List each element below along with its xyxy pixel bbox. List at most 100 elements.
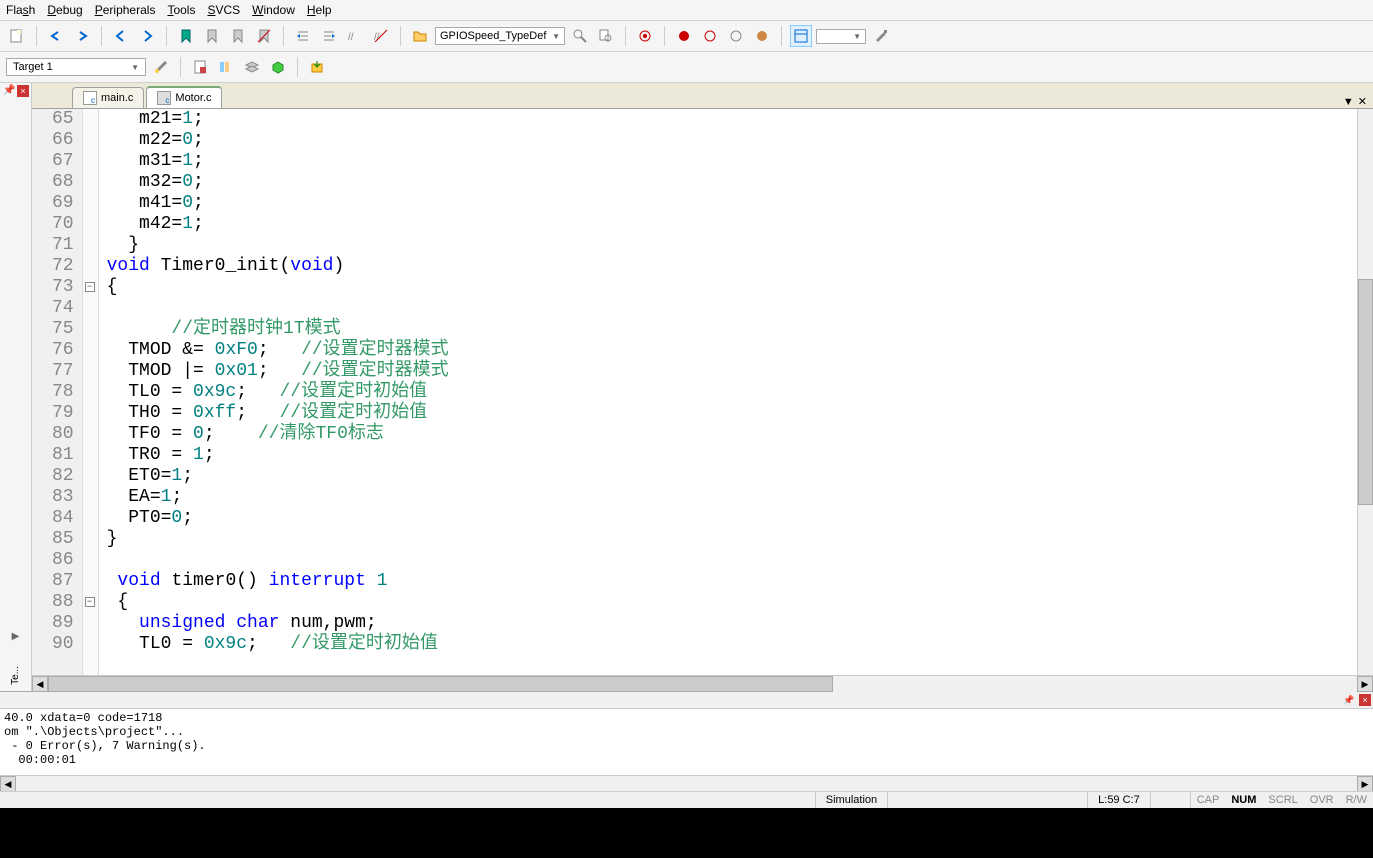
code-line[interactable]: [107, 550, 1373, 571]
layers-icon[interactable]: [241, 56, 263, 78]
tab-main-c[interactable]: main.c: [72, 87, 144, 108]
code-line[interactable]: ET0=1;: [107, 466, 1373, 487]
find-in-files-icon[interactable]: [595, 25, 617, 47]
pin-icon[interactable]: 📌: [3, 85, 15, 97]
indent-left-icon[interactable]: [292, 25, 314, 47]
debug-icon[interactable]: [634, 25, 656, 47]
close-icon[interactable]: ×: [1359, 694, 1371, 706]
menu-tools[interactable]: Tools: [167, 3, 195, 17]
vertical-scrollbar[interactable]: [1357, 109, 1373, 675]
build-scrollbar[interactable]: ◀ ▶: [0, 775, 1373, 791]
code-line[interactable]: [107, 298, 1373, 319]
fold-toggle-icon[interactable]: −: [85, 597, 95, 607]
menu-window[interactable]: Window: [252, 3, 295, 17]
build-toolbar: Target 1 ▼: [0, 52, 1373, 83]
bookmark-next-icon[interactable]: [227, 25, 249, 47]
nav-back-icon[interactable]: [110, 25, 132, 47]
target-combo-text: Target 1: [13, 61, 53, 73]
breakpoint-insert-icon[interactable]: [673, 25, 695, 47]
manage-books-icon[interactable]: [215, 56, 237, 78]
status-mode: Simulation: [816, 792, 888, 808]
breakpoint-disable-icon[interactable]: [725, 25, 747, 47]
project-tab-label[interactable]: Te...: [2, 662, 29, 689]
code-line[interactable]: m31=1;: [107, 151, 1373, 172]
line-number: 82: [52, 466, 74, 487]
code-line[interactable]: //定时器时钟1T模式: [107, 319, 1373, 340]
menu-peripherals[interactable]: Peripherals: [95, 3, 156, 17]
code-line[interactable]: TMOD &= 0xF0; //设置定时器模式: [107, 340, 1373, 361]
scroll-right-icon[interactable]: ▶: [2, 631, 29, 642]
code-line[interactable]: void Timer0_init(void): [107, 256, 1373, 277]
bookmark-toggle-icon[interactable]: [175, 25, 197, 47]
scroll-right-icon[interactable]: ▶: [1357, 676, 1373, 692]
line-number: 77: [52, 361, 74, 382]
code-line[interactable]: {: [107, 592, 1373, 613]
tab-menu-icon[interactable]: ▼: [1343, 96, 1354, 108]
code-line[interactable]: unsigned char num,pwm;: [107, 613, 1373, 634]
options-icon[interactable]: [150, 56, 172, 78]
tab-close-icon[interactable]: ✕: [1358, 95, 1367, 108]
code-line[interactable]: m32=0;: [107, 172, 1373, 193]
line-number: 87: [52, 571, 74, 592]
code-line[interactable]: }: [107, 235, 1373, 256]
code-line[interactable]: m22=0;: [107, 130, 1373, 151]
scrollbar-thumb[interactable]: [48, 676, 833, 692]
find-icon[interactable]: [569, 25, 591, 47]
uncomment-icon[interactable]: //: [370, 25, 392, 47]
build-output-text[interactable]: 40.0 xdata=0 code=1718 om ".\Objects\pro…: [0, 709, 1373, 775]
code-line[interactable]: TMOD |= 0x01; //设置定时器模式: [107, 361, 1373, 382]
scrollbar-thumb[interactable]: [1358, 279, 1373, 505]
manage-rte-icon[interactable]: [267, 56, 289, 78]
horizontal-scrollbar[interactable]: ◀ ▶: [32, 675, 1373, 691]
pack-installer-icon[interactable]: [306, 56, 328, 78]
code-line[interactable]: {: [107, 277, 1373, 298]
bookmark-clear-icon[interactable]: [253, 25, 275, 47]
search-combo[interactable]: GPIOSpeed_TypeDef ▼: [435, 27, 565, 45]
new-file-icon[interactable]: [6, 25, 28, 47]
comment-icon[interactable]: //: [344, 25, 366, 47]
code-line[interactable]: m41=0;: [107, 193, 1373, 214]
code-line[interactable]: }: [107, 529, 1373, 550]
code-body[interactable]: m21=1; m22=0; m31=1; m32=0; m41=0; m42=1…: [99, 109, 1373, 675]
code-line[interactable]: TH0 = 0xff; //设置定时初始值: [107, 403, 1373, 424]
menu-debug[interactable]: Debug: [47, 3, 82, 17]
code-line[interactable]: m42=1;: [107, 214, 1373, 235]
pin-icon[interactable]: 📌: [1343, 694, 1355, 706]
code-line[interactable]: TL0 = 0x9c; //设置定时初始值: [107, 382, 1373, 403]
fold-column[interactable]: −−: [83, 109, 99, 675]
tab-Motor-c[interactable]: Motor.c: [146, 86, 222, 108]
menu-svcs[interactable]: SVCS: [207, 3, 240, 17]
code-editor[interactable]: 6566676869707172737475767778798081828384…: [32, 109, 1373, 675]
breakpoint-kill-icon[interactable]: [751, 25, 773, 47]
code-line[interactable]: TF0 = 0; //清除TF0标志: [107, 424, 1373, 445]
scroll-left-icon[interactable]: ◀: [0, 776, 16, 792]
target-combo[interactable]: Target 1 ▼: [6, 58, 146, 76]
menu-help[interactable]: Help: [307, 3, 332, 17]
fold-toggle-icon[interactable]: −: [85, 282, 95, 292]
code-line[interactable]: EA=1;: [107, 487, 1373, 508]
scroll-left-icon[interactable]: ◀: [32, 676, 48, 692]
line-number-gutter: 6566676869707172737475767778798081828384…: [32, 109, 83, 675]
menu-flash[interactable]: Flash: [6, 3, 35, 17]
nav-forward-icon[interactable]: [136, 25, 158, 47]
code-line[interactable]: TR0 = 1;: [107, 445, 1373, 466]
configure-icon[interactable]: [870, 25, 892, 47]
window-layout-icon[interactable]: [790, 25, 812, 47]
code-line[interactable]: m21=1;: [107, 109, 1373, 130]
code-line[interactable]: TL0 = 0x9c; //设置定时初始值: [107, 634, 1373, 655]
close-icon[interactable]: ×: [17, 85, 29, 97]
indent-right-icon[interactable]: [318, 25, 340, 47]
open-folder-icon[interactable]: [409, 25, 431, 47]
scrollbar-track[interactable]: [48, 676, 1357, 692]
redo-icon[interactable]: [71, 25, 93, 47]
line-number: 74: [52, 298, 74, 319]
bookmark-prev-icon[interactable]: [201, 25, 223, 47]
breakpoint-enable-icon[interactable]: [699, 25, 721, 47]
file-ext-icon[interactable]: [189, 56, 211, 78]
scroll-right-icon[interactable]: ▶: [1357, 776, 1373, 792]
window-layout-combo[interactable]: ▼: [816, 29, 866, 44]
code-line[interactable]: void timer0() interrupt 1: [107, 571, 1373, 592]
undo-icon[interactable]: [45, 25, 67, 47]
status-bar: Simulation L:59 C:7 CAPNUMSCRLOVRR/W: [0, 791, 1373, 808]
code-line[interactable]: PT0=0;: [107, 508, 1373, 529]
